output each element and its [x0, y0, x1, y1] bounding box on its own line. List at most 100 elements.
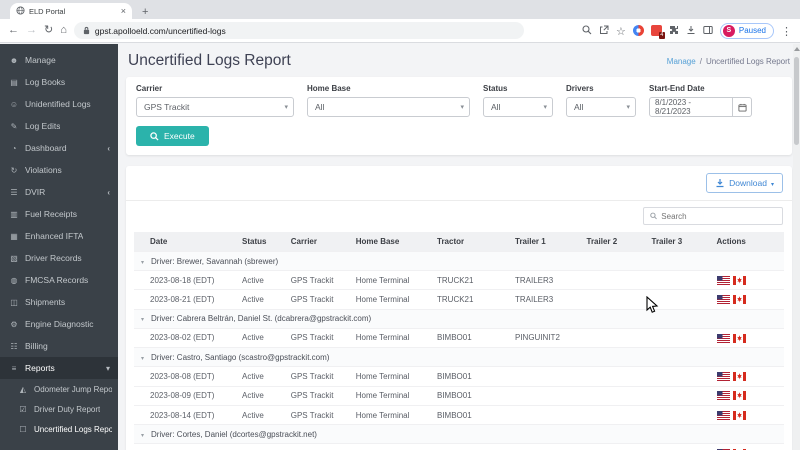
log-row: 2023-08-14 (EDT) Active GPS Trackit Home Te…: [134, 404, 784, 425]
collapse-caret-icon[interactable]: [141, 257, 151, 266]
sidebar-item-dashboard[interactable]: ◔ Dashboard: [0, 137, 118, 159]
chevron-left-icon: [107, 188, 110, 197]
sidebar-item-log-books[interactable]: ▤ Log Books: [0, 71, 118, 93]
column-header-date[interactable]: Date: [134, 232, 238, 252]
collapse-caret-icon[interactable]: [141, 314, 151, 323]
browser-tab[interactable]: ELD Portal: [10, 3, 132, 19]
sidebar-item-enhanced-ifta[interactable]: ▦ Enhanced IFTA: [0, 225, 118, 247]
canada-flag-icon[interactable]: [732, 275, 746, 285]
scrollbar-thumb[interactable]: [794, 57, 799, 145]
cell-trailer-3: [647, 404, 713, 425]
canada-flag-icon[interactable]: [732, 295, 746, 305]
cell-date: 2023-08-02 (EDT): [134, 327, 238, 348]
menu-kebab-icon[interactable]: [781, 22, 792, 40]
column-header-trailer-1[interactable]: Trailer 1: [511, 232, 583, 252]
drivers-label: Drivers: [566, 84, 594, 93]
sidebar-item-label: Log Books: [25, 77, 66, 87]
calendar-button[interactable]: [733, 97, 752, 117]
canada-flag-icon[interactable]: [732, 391, 746, 401]
back-icon[interactable]: [8, 25, 19, 36]
side-panel-icon[interactable]: [703, 22, 713, 40]
collapse-caret-icon[interactable]: [141, 353, 151, 362]
sidebar-item-fmcsa-records[interactable]: ◍ FMCSA Records: [0, 269, 118, 291]
sidebar-item-log-edits[interactable]: ✎ Log Edits: [0, 115, 118, 137]
cell-trailer-1: [511, 404, 583, 425]
column-header-home-base[interactable]: Home Base: [351, 232, 433, 252]
cell-home-base: Home Terminal: [351, 289, 433, 310]
us-flag-icon[interactable]: [716, 275, 730, 285]
profile-paused-pill[interactable]: S Paused: [719, 22, 774, 39]
cell-date: 2023-08-07 (EDT): [134, 443, 238, 450]
sidebar-item-engine-diagnostic[interactable]: ⚙ Engine Diagnostic: [0, 313, 118, 335]
reload-icon[interactable]: [44, 25, 53, 36]
column-header-status[interactable]: Status: [238, 232, 287, 252]
column-header-tractor[interactable]: Tractor: [433, 232, 511, 252]
zoom-icon[interactable]: [582, 22, 592, 40]
driver-group-row[interactable]: Driver: Castro, Santiago (scastro@gpstra…: [134, 347, 784, 367]
sidebar-item-fuel-receipts[interactable]: ▥ Fuel Receipts: [0, 203, 118, 225]
sidebar-item-billing[interactable]: ☷ Billing: [0, 335, 118, 357]
sidebar-item-label: Dashboard: [25, 143, 67, 153]
log-row: 2023-08-02 (EDT) Active GPS Trackit Home Te…: [134, 327, 784, 348]
engine-icon: ⚙: [10, 319, 18, 329]
sidebar-item-driver-records[interactable]: ▧ Driver Records: [0, 247, 118, 269]
sidebar-subitem-odometer-jump-report[interactable]: ◭ Odometer Jump Report: [0, 379, 118, 399]
driver-group-row[interactable]: Driver: Cortes, Daniel (dcortes@gpstrack…: [134, 424, 784, 444]
home-icon[interactable]: [60, 25, 67, 36]
scroll-up-arrow-icon[interactable]: [793, 47, 800, 51]
breadcrumb-separator: /: [699, 56, 702, 66]
actions-cell: [712, 404, 784, 425]
us-flag-icon[interactable]: [716, 333, 730, 343]
canada-flag-icon[interactable]: [732, 333, 746, 343]
us-flag-icon[interactable]: [716, 391, 730, 401]
sidebar-item-dvir[interactable]: ☰ DVIR: [0, 181, 118, 203]
column-header-trailer-2[interactable]: Trailer 2: [582, 232, 648, 252]
cell-trailer-2: [582, 385, 648, 406]
new-tab-button[interactable]: [142, 6, 148, 18]
date-range-input[interactable]: 8/1/2023 - 8/21/2023: [649, 97, 733, 117]
share-icon[interactable]: [599, 22, 609, 40]
us-flag-icon[interactable]: [716, 372, 730, 382]
sidebar-item-label: Log Edits: [25, 121, 61, 131]
collapse-caret-icon[interactable]: [141, 430, 151, 439]
execute-button[interactable]: Execute: [136, 126, 209, 146]
carrier-select[interactable]: GPS Trackit: [136, 97, 294, 117]
driver-records-icon: ▧: [10, 253, 18, 263]
actions-cell: [712, 385, 784, 406]
cell-home-base: Home Terminal: [351, 404, 433, 425]
cell-trailer-3: [647, 443, 713, 450]
log-row: 2023-08-18 (EDT) Active GPS Trackit Home Te…: [134, 269, 784, 290]
sidebar-item-label: DVIR: [25, 187, 46, 197]
sidebar-subitem-uncertified-logs-report[interactable]: ☐ Uncertified Logs Report: [0, 419, 118, 439]
canada-flag-icon[interactable]: [732, 410, 746, 420]
sidebar-item-violations[interactable]: ↻ Violations: [0, 159, 118, 181]
bookmark-star-icon[interactable]: [616, 22, 626, 40]
sidebar-item-unidentified-logs[interactable]: ☺ Unidentified Logs: [0, 93, 118, 115]
us-flag-icon[interactable]: [716, 295, 730, 305]
puzzle-extensions-icon[interactable]: [669, 22, 679, 40]
column-header-carrier[interactable]: Carrier: [286, 232, 352, 252]
url-bar[interactable]: gpst.apolloeld.com/uncertified-logs: [73, 22, 524, 39]
extension-logo-icon[interactable]: [632, 25, 644, 36]
cell-carrier: GPS Trackit: [286, 385, 352, 406]
column-header-actions[interactable]: Actions: [712, 232, 784, 252]
extension-red-icon[interactable]: 4: [650, 25, 665, 39]
driver-group-row[interactable]: Driver: Cabrera Beltrán, Daniel St. (dca…: [134, 308, 784, 329]
forward-icon[interactable]: [26, 25, 37, 36]
us-flag-icon[interactable]: [716, 410, 730, 420]
drivers-select[interactable]: All: [566, 97, 636, 117]
download-button[interactable]: Download: [706, 173, 783, 193]
sidebar-item-shipments[interactable]: ◫ Shipments: [0, 291, 118, 313]
sidebar-item-manage[interactable]: ☻ Manage: [0, 49, 118, 71]
status-select[interactable]: All: [483, 97, 553, 117]
home-base-select[interactable]: All: [307, 97, 470, 117]
search-input[interactable]: [661, 211, 776, 221]
sidebar-subitem-driver-duty-report[interactable]: ☑ Driver Duty Report: [0, 399, 118, 419]
sidebar-item-reports[interactable]: ≡ Reports: [0, 357, 118, 379]
driver-group-row[interactable]: Driver: Brewer, Savannah (sbrewer): [134, 251, 784, 271]
breadcrumb-manage-link[interactable]: Manage: [667, 57, 696, 66]
canada-flag-icon[interactable]: [732, 372, 746, 382]
tab-close-icon[interactable]: [121, 7, 126, 16]
column-header-trailer-3[interactable]: Trailer 3: [647, 232, 713, 252]
downloads-icon[interactable]: [686, 22, 696, 40]
